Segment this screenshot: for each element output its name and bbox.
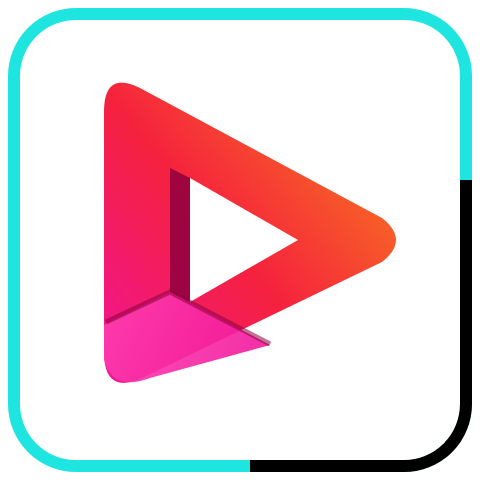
icon-background (14, 14, 466, 466)
play-fold-shadow (170, 168, 190, 302)
app-icon[interactable] (0, 0, 480, 480)
app-icon-graphic (8, 8, 472, 472)
